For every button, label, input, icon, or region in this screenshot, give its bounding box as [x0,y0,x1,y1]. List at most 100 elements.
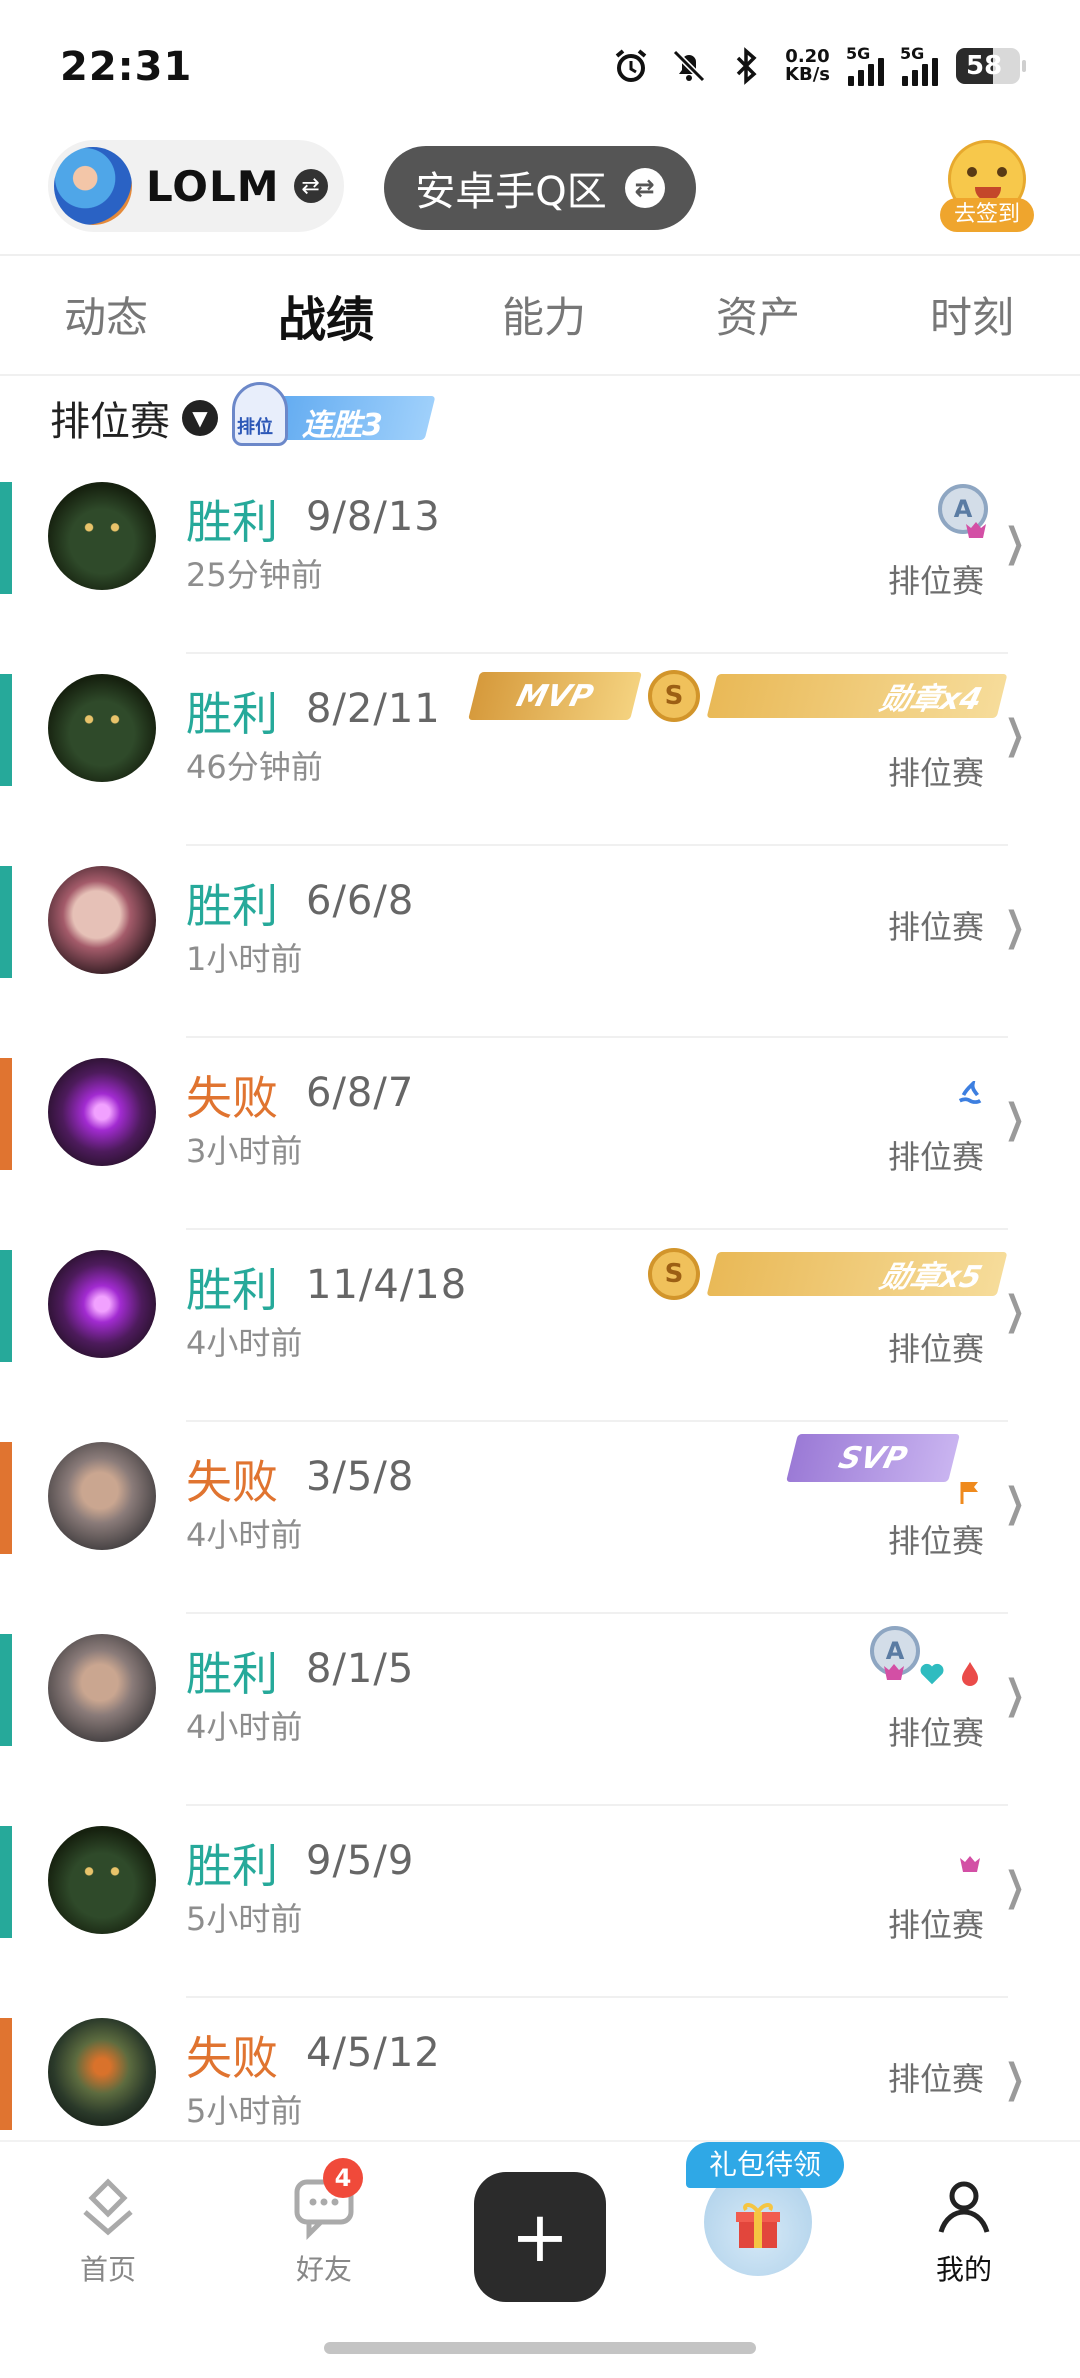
mvp-badge: MVP [468,672,642,720]
heart-plus-icon [918,1660,946,1688]
home-indicator[interactable] [324,2342,756,2354]
tab-ability[interactable]: 能力 [502,284,586,345]
match-row[interactable]: 失败 3/5/8 4小时前 SVP 排位赛 ❯ [0,1422,1080,1614]
gift-pack-button[interactable]: 礼包待领 [686,2142,844,2288]
chevron-right-icon: ❯ [1005,904,1026,950]
champion-avatar [48,482,156,590]
champion-avatar [48,1442,156,1550]
tab-bar: 动态 战绩 能力 资产 时刻 [0,270,1080,370]
champion-avatar [48,1634,156,1742]
bluetooth-icon [727,46,767,86]
swap-icon: ⇄ [624,168,665,208]
match-badges: SVP [786,1434,960,1482]
match-mode: 排位赛 [887,1522,984,1560]
swap-icon: ⇄ [293,169,328,203]
match-time: 25分钟前 [186,556,323,594]
status-bar: 22:31 0.20 KB/s 5G 5G 58 [0,0,1080,140]
game-name: LOLM [146,161,280,211]
signal-5g-1: 5G [846,44,884,86]
chevron-right-icon: ❯ [1005,1480,1026,1526]
match-mode: 排位赛 [887,1906,984,1944]
result-accent [0,1058,12,1170]
demon-icon [880,1660,908,1688]
match-badges: MVP S 勋章x4 [468,670,1008,722]
chevron-right-icon: ❯ [1005,520,1026,566]
champion-avatar [48,866,156,974]
nav-friends[interactable]: 4 好友 [264,2158,384,2288]
match-result: 失败 [186,2031,278,2085]
status-icons: 0.20 KB/s 5G 5G 58 [611,44,1026,86]
match-time: 46分钟前 [186,748,323,786]
achievement-icons [880,1660,984,1688]
nav-me[interactable]: 我的 [904,2172,1024,2288]
s-grade-icon: S [648,670,700,722]
match-kda: 11/4/18 [306,1262,468,1308]
nav-home[interactable]: 首页 [48,2172,168,2288]
game-switcher[interactable]: LOLM ⇄ [48,140,344,232]
champion-avatar [48,674,156,782]
ranked-mascot-icon: 排位 [232,382,288,446]
match-kda: 6/8/7 [306,1070,415,1116]
result-accent [0,1442,12,1554]
match-kda: 6/6/8 [306,878,415,924]
achievement-icons [956,1081,984,1110]
match-result: 失败 [186,1455,278,1509]
match-row[interactable]: 胜利 8/1/5 4小时前 A 排位赛 ❯ [0,1614,1080,1806]
match-list: 胜利 9/8/13 25分钟前 A 排位赛 ❯ 胜利 8/2/11 46分钟前 … [0,462,1080,2190]
match-time: 5小时前 [186,2092,303,2130]
profile-icon [929,2172,999,2242]
result-accent [0,1250,12,1362]
battery-indicator: 58 [956,48,1026,84]
divider [0,374,1080,376]
create-post-button[interactable]: + [474,2172,606,2302]
checkin-label: 去签到 [940,198,1034,232]
server-switcher[interactable]: 安卓手Q区 ⇄ [384,146,696,230]
tab-records[interactable]: 战绩 [278,280,374,350]
svp-badge: SVP [786,1434,960,1482]
network-speed: 0.20 KB/s [785,46,830,85]
checkin-button[interactable]: 去签到 [940,140,1034,234]
tab-dynamic[interactable]: 动态 [64,284,148,345]
champion-avatar [48,2018,156,2126]
chevron-right-icon: ❯ [1005,1672,1026,1718]
match-kda: 8/2/11 [306,686,441,732]
match-row[interactable]: 胜利 8/2/11 46分钟前 MVP S 勋章x4 排位赛 ❯ [0,654,1080,846]
match-mode: 排位赛 [887,2060,984,2098]
match-row[interactable]: 胜利 9/5/9 5小时前 排位赛 ❯ [0,1806,1080,1998]
match-row[interactable]: 胜利 6/6/8 1小时前 排位赛 ❯ [0,846,1080,1038]
match-result: 胜利 [186,1263,278,1317]
mode-filter[interactable]: 排位赛 ▼ 排位 连胜3 [50,382,436,448]
match-row[interactable]: 失败 6/8/7 3小时前 排位赛 ❯ [0,1038,1080,1230]
match-result: 胜利 [186,687,278,741]
match-time: 1小时前 [186,940,303,978]
champion-avatar [48,1250,156,1358]
match-time: 4小时前 [186,1708,303,1746]
demon-icon [962,518,990,546]
match-mode: 排位赛 [887,562,984,600]
result-accent [0,866,12,978]
match-time: 4小时前 [186,1516,303,1554]
blood-drop-icon [956,1660,984,1688]
match-mode: 排位赛 [887,1138,984,1176]
champion-avatar [48,1058,156,1166]
tab-moments[interactable]: 时刻 [930,284,1014,345]
result-accent [0,482,12,594]
chevron-down-icon: ▼ [182,400,218,436]
match-badges: S 勋章x5 [648,1248,1008,1300]
match-time: 4小时前 [186,1324,303,1362]
match-time: 5小时前 [186,1900,303,1938]
chevron-right-icon: ❯ [1005,2056,1026,2102]
chevron-right-icon: ❯ [1005,1096,1026,1142]
match-mode: 排位赛 [887,1714,984,1752]
match-result: 胜利 [186,495,278,549]
result-accent [0,2018,12,2130]
match-row[interactable]: 胜利 11/4/18 4小时前 S 勋章x5 排位赛 ❯ [0,1230,1080,1422]
unread-badge: 4 [323,2158,363,2198]
alarm-icon [611,46,651,86]
match-mode: 排位赛 [887,754,984,792]
tab-assets[interactable]: 资产 [716,284,800,345]
divider [0,254,1080,256]
achievement-icons [956,1852,984,1880]
match-row[interactable]: 胜利 9/8/13 25分钟前 A 排位赛 ❯ [0,462,1080,654]
match-mode: 排位赛 [887,908,984,946]
